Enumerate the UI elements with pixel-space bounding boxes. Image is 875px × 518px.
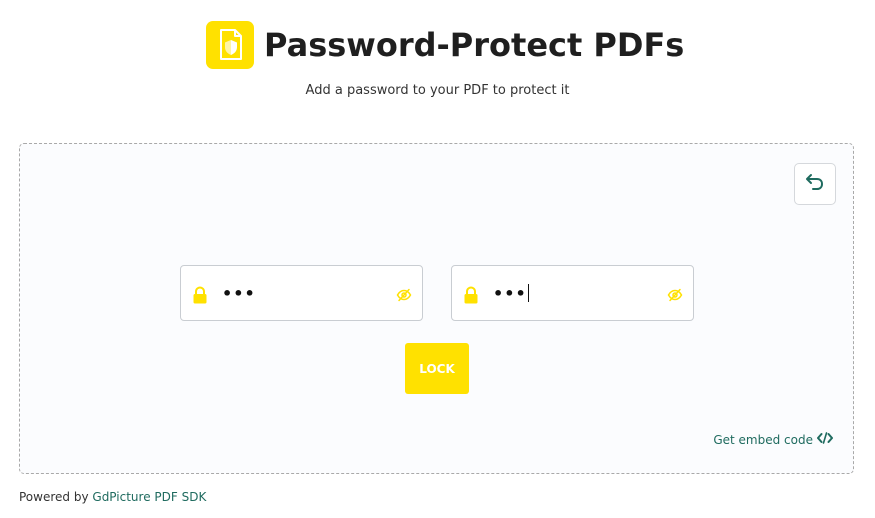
- page-subtitle: Add a password to your PDF to protect it: [305, 83, 570, 98]
- lock-button[interactable]: LOCK: [405, 343, 469, 394]
- embed-code-link[interactable]: Get embed code: [713, 432, 833, 447]
- reset-button[interactable]: [794, 163, 836, 205]
- password-field[interactable]: •••: [180, 265, 423, 321]
- page-header: Password-Protect PDFs Add a password to …: [0, 0, 875, 110]
- eye-off-icon[interactable]: [667, 287, 683, 306]
- lock-icon: [192, 286, 208, 308]
- code-icon: [813, 432, 833, 447]
- confirm-password-field[interactable]: •••: [451, 265, 694, 321]
- confirm-password-text: •••: [493, 283, 527, 303]
- password-tool-panel: ••• ••• LOCK Get embed code: [19, 143, 854, 474]
- lock-icon: [463, 286, 479, 308]
- gdpicture-link[interactable]: GdPicture PDF SDK: [92, 490, 206, 504]
- embed-code-label: Get embed code: [713, 432, 813, 447]
- undo-icon: [804, 171, 826, 197]
- confirm-password-value: •••: [493, 283, 529, 303]
- page-title: Password-Protect PDFs: [264, 26, 685, 64]
- password-value: •••: [222, 283, 256, 303]
- title-row: Password-Protect PDFs: [206, 20, 684, 70]
- text-caret: [527, 284, 529, 302]
- footer: Powered by GdPicture PDF SDK: [19, 490, 206, 504]
- pdf-shield-icon: [206, 21, 254, 69]
- footer-prefix: Powered by: [19, 490, 89, 504]
- eye-off-icon[interactable]: [396, 287, 412, 306]
